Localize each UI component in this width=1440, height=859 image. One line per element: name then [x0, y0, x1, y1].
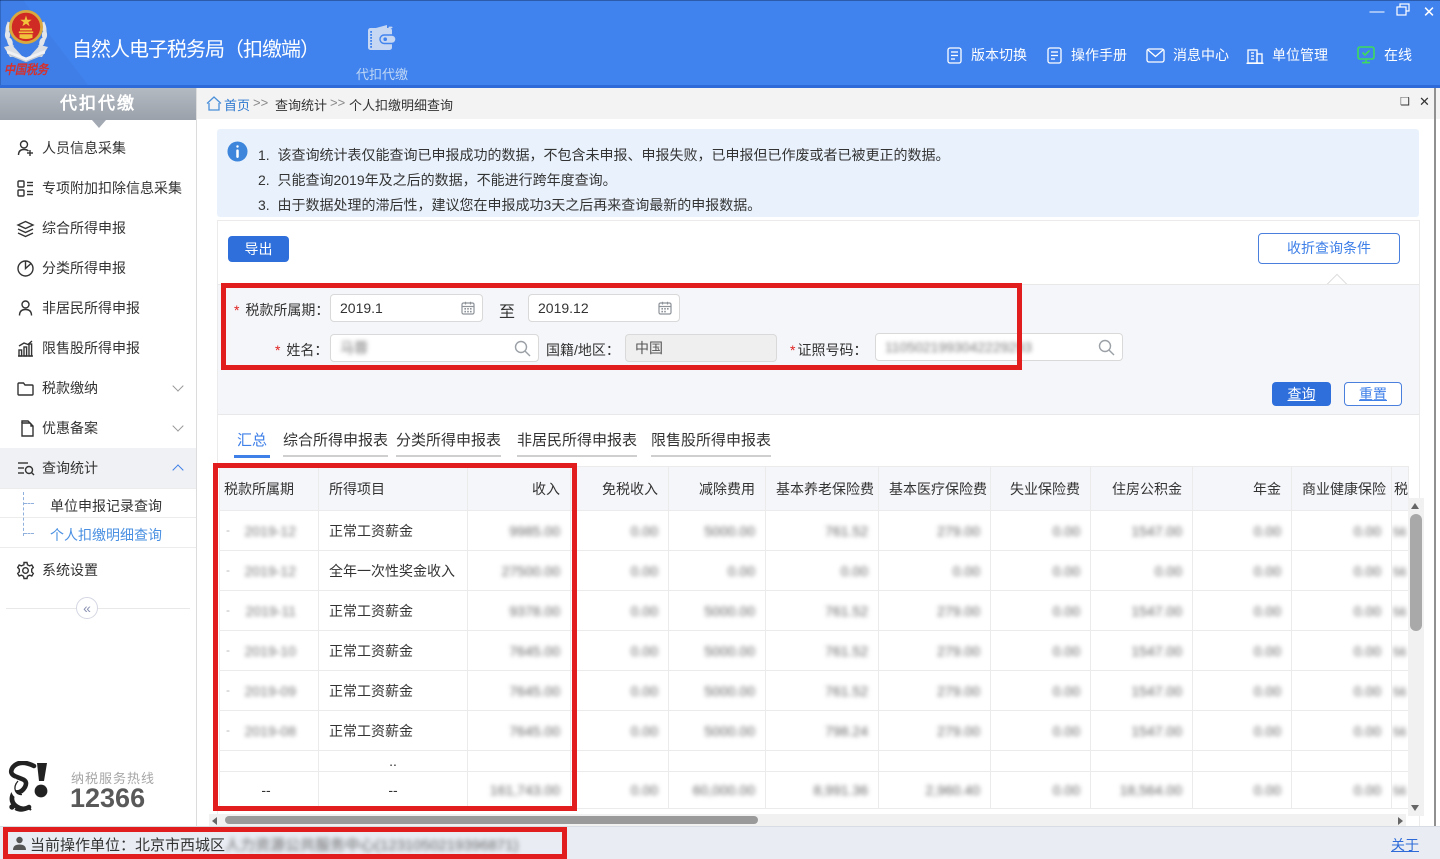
- svg-text:中国税务: 中国税务: [4, 62, 50, 77]
